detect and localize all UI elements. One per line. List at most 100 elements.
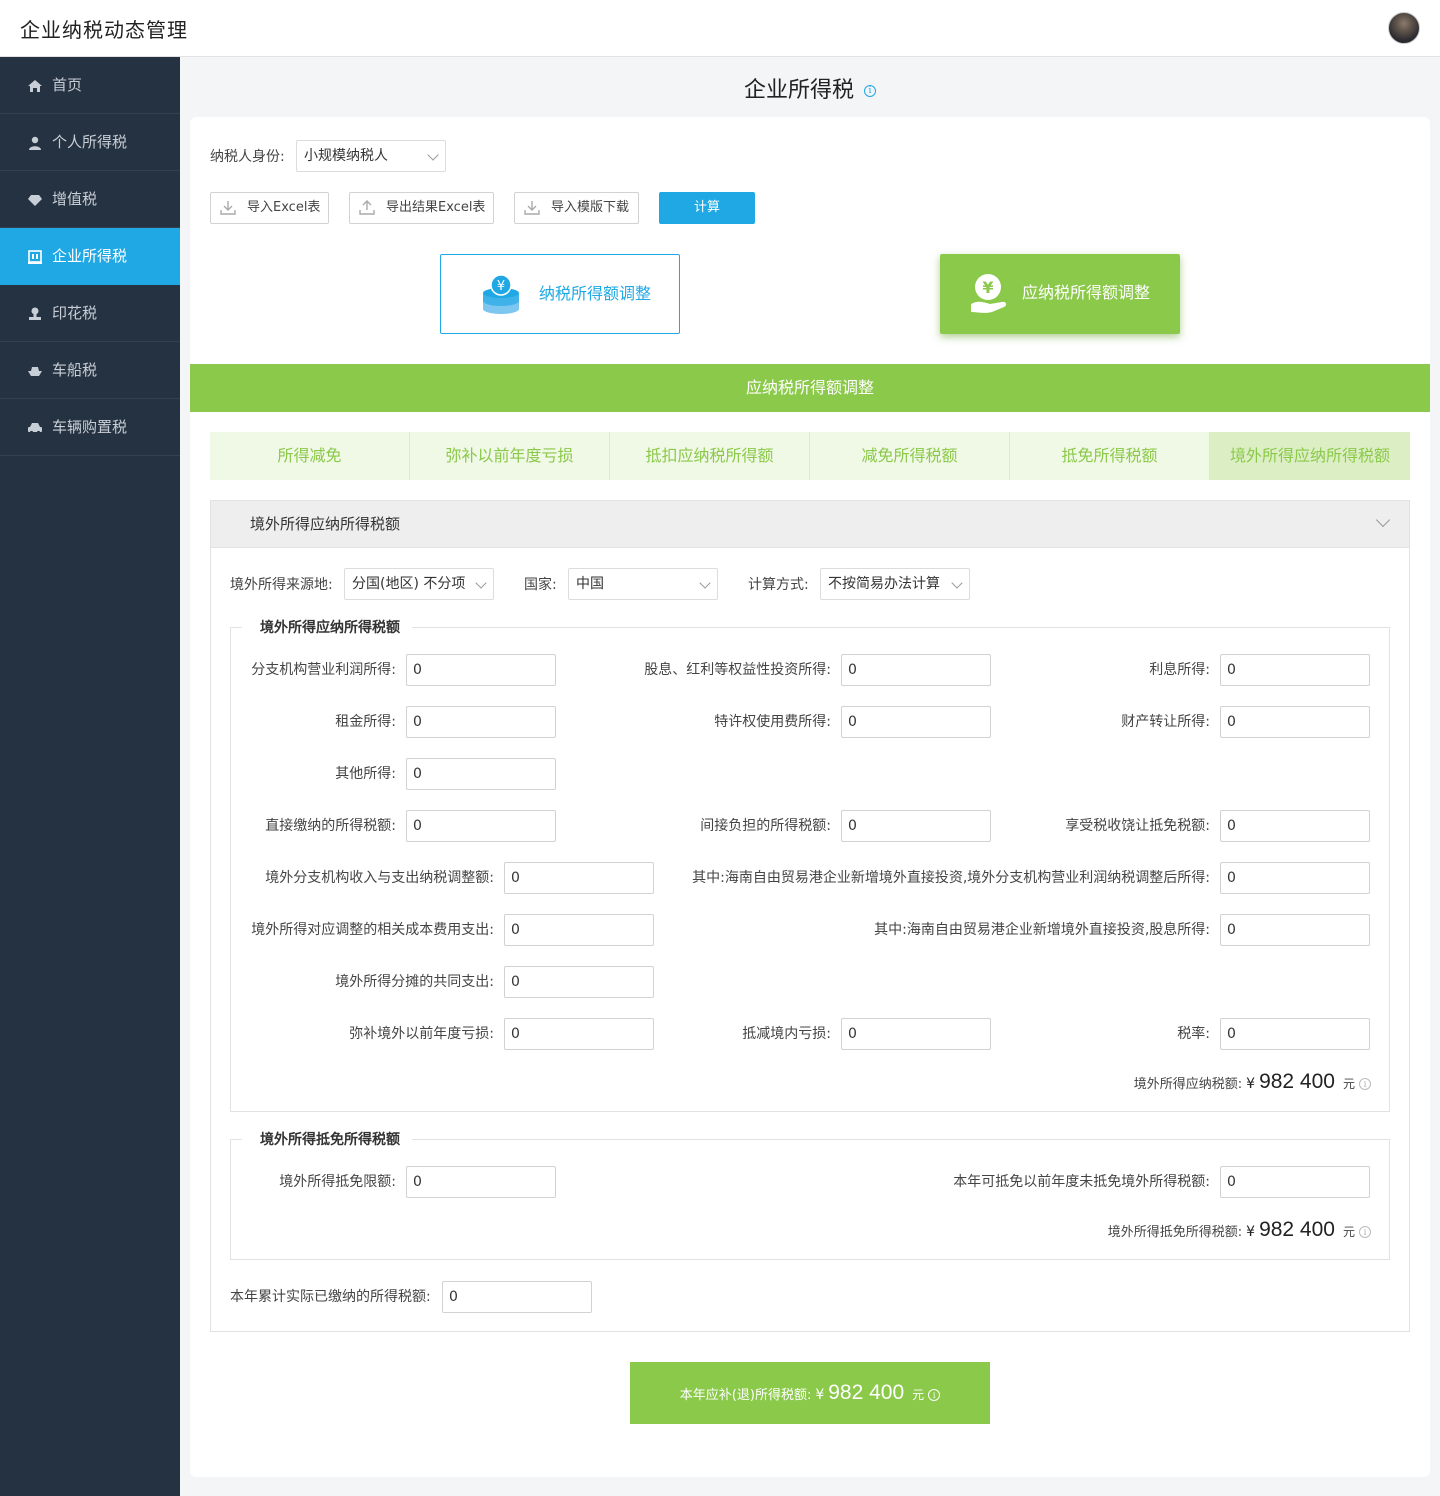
currency-symbol: ¥ (1246, 1224, 1256, 1240)
sidebar: 首页 个人所得税 增值税 企业所得税 印花税 车船税 车辆购置税 (0, 57, 180, 1496)
royalty-income-input[interactable] (841, 706, 991, 738)
tab-taxable-income-deduction[interactable]: 抵扣应纳税所得额 (610, 432, 810, 480)
sidebar-item-stamp-tax[interactable]: 印花税 (0, 285, 180, 342)
building-icon (28, 250, 42, 264)
total-label: 境外所得抵免所得税额: (1107, 1225, 1243, 1240)
sidebar-item-home[interactable]: 首页 (0, 57, 180, 114)
calc-method-select[interactable]: 不按简易办法计算 (820, 568, 970, 600)
tab-income-reduction[interactable]: 所得减免 (210, 432, 410, 480)
property-transfer-income-input[interactable] (1220, 706, 1370, 738)
field-label: 境外所得分摊的共同支出: (335, 974, 494, 990)
template-download-button[interactable]: 导入模版下载 (514, 192, 639, 224)
income-source-value: 分国(地区) 不分项 (352, 576, 466, 592)
sidebar-item-label: 车辆购置税 (52, 418, 128, 436)
car-icon (28, 423, 42, 435)
money-hand-icon: ¥ (971, 274, 1007, 313)
taxable-income-adjust-label: 纳税所得额调整 (539, 284, 652, 303)
hainan-dividend-income-input[interactable] (1220, 914, 1370, 946)
info-icon[interactable]: i (864, 85, 876, 97)
group-legend: 境外所得抵免所得税额 (242, 1130, 412, 1150)
direct-tax-paid-input[interactable] (406, 810, 556, 842)
field-label: 财产转让所得: (1121, 714, 1210, 730)
chevron-down-icon (427, 149, 439, 161)
country-label: 国家: (524, 577, 557, 593)
paid-tax-input[interactable] (442, 1281, 592, 1313)
annual-tax-due-amount: 982 400 (828, 1381, 905, 1404)
coin-stack-icon: ¥ (483, 274, 519, 314)
branch-adjustment-input[interactable] (504, 862, 654, 894)
hainan-branch-adjusted-income-input[interactable] (1220, 862, 1370, 894)
top-bar: 企业纳税动态管理 (0, 0, 1440, 57)
info-icon[interactable]: i (928, 1389, 941, 1401)
main-card: 纳税人身份: 小规模纳税人 导入Excel表 导出结果Excel表 导入模版下载… (190, 117, 1430, 1477)
upload-icon (359, 200, 375, 215)
income-source-label: 境外所得来源地: (230, 577, 333, 593)
tab-tax-credit[interactable]: 抵免所得税额 (1010, 432, 1210, 480)
chevron-down-icon[interactable] (1375, 512, 1391, 528)
tab-tax-reduction[interactable]: 减免所得税额 (810, 432, 1010, 480)
shared-expense-input[interactable] (504, 966, 654, 998)
currency-symbol: ¥ (1246, 1076, 1256, 1092)
total-amount: 982 400 (1259, 1218, 1335, 1241)
annual-tax-due-bar: 本年应补(退)所得税额: ¥982 400 元 i (630, 1362, 990, 1424)
field-label: 利息所得: (1149, 662, 1210, 678)
info-icon[interactable]: i (1359, 1226, 1371, 1238)
taxpayer-select[interactable]: 小规模纳税人 (296, 140, 446, 172)
annual-tax-due-label: 本年应补(退)所得税额: (679, 1388, 812, 1403)
info-icon[interactable]: i (1359, 1078, 1371, 1090)
annual-tax-due-unit: 元 (912, 1388, 925, 1402)
country-select[interactable]: 中国 (568, 568, 718, 600)
field-label: 其中:海南自由贸易港企业新增境外直接投资,境外分支机构营业利润纳税调整后所得: (692, 870, 1210, 886)
import-excel-button[interactable]: 导入Excel表 (210, 192, 329, 224)
field-label: 直接缴纳的所得税额: (265, 818, 396, 834)
sidebar-item-corporate-tax[interactable]: 企业所得税 (0, 228, 180, 285)
related-cost-input[interactable] (504, 914, 654, 946)
payable-income-adjust-card[interactable]: ¥ 应纳税所得额调整 (940, 254, 1180, 334)
sidebar-item-personal-tax[interactable]: 个人所得税 (0, 114, 180, 171)
page-title-text: 企业所得税 (743, 78, 854, 103)
rental-income-input[interactable] (406, 706, 556, 738)
field-label: 享受税收饶让抵免税额: (1065, 818, 1210, 834)
avatar[interactable] (1388, 12, 1420, 44)
taxpayer-select-value: 小规模纳税人 (304, 148, 388, 164)
field-label: 股息、红利等权益性投资所得: (644, 662, 831, 678)
tab-loss-offset[interactable]: 弥补以前年度亏损 (410, 432, 610, 480)
sidebar-item-label: 印花税 (52, 304, 98, 322)
dividend-income-input[interactable] (841, 654, 991, 686)
sidebar-item-label: 个人所得税 (52, 133, 128, 151)
domestic-loss-offset-input[interactable] (841, 1018, 991, 1050)
other-income-input[interactable] (406, 758, 556, 790)
svg-text:¥: ¥ (497, 279, 505, 294)
branch-profit-income-input[interactable] (406, 654, 556, 686)
home-icon (28, 80, 42, 92)
stamp-icon (29, 307, 41, 320)
total-label: 境外所得应纳税额: (1133, 1077, 1243, 1092)
sidebar-item-vessel-tax[interactable]: 车船税 (0, 342, 180, 399)
sidebar-item-vehicle-purchase-tax[interactable]: 车辆购置税 (0, 399, 180, 456)
page-title: 企业所得税 i (180, 72, 1440, 104)
tax-sparing-credit-input[interactable] (1220, 810, 1370, 842)
taxpayer-label: 纳税人身份: (210, 149, 285, 165)
import-excel-label: 导入Excel表 (247, 200, 321, 215)
field-label: 特许权使用费所得: (714, 714, 831, 730)
prior-year-uncredited-input[interactable] (1220, 1166, 1370, 1198)
field-label: 租金所得: (335, 714, 396, 730)
foreign-loss-offset-input[interactable] (504, 1018, 654, 1050)
sidebar-item-label: 增值税 (52, 190, 98, 208)
foreign-income-panel: 境外所得应纳所得税额 境外所得来源地: 分国(地区) 不分项 国家: 中国 计算… (210, 500, 1410, 1332)
calculate-button[interactable]: 计算 (659, 192, 755, 224)
sidebar-item-label: 企业所得税 (52, 247, 128, 265)
foreign-tax-payable-total: 境外所得应纳税额: ¥982 400 元 i (1134, 1070, 1371, 1097)
boat-icon (28, 367, 42, 376)
credit-limit-input[interactable] (406, 1166, 556, 1198)
panel-header[interactable]: 境外所得应纳所得税额 (211, 501, 1409, 548)
tab-foreign-income-tax[interactable]: 境外所得应纳所得税额 (1210, 432, 1410, 480)
interest-income-input[interactable] (1220, 654, 1370, 686)
income-source-select[interactable]: 分国(地区) 不分项 (344, 568, 494, 600)
indirect-tax-borne-input[interactable] (841, 810, 991, 842)
tax-rate-input[interactable] (1220, 1018, 1370, 1050)
sidebar-item-vat[interactable]: 增值税 (0, 171, 180, 228)
export-excel-button[interactable]: 导出结果Excel表 (349, 192, 494, 224)
taxable-income-adjust-card[interactable]: ¥ 纳税所得额调整 (440, 254, 680, 334)
chevron-down-icon (699, 577, 711, 589)
